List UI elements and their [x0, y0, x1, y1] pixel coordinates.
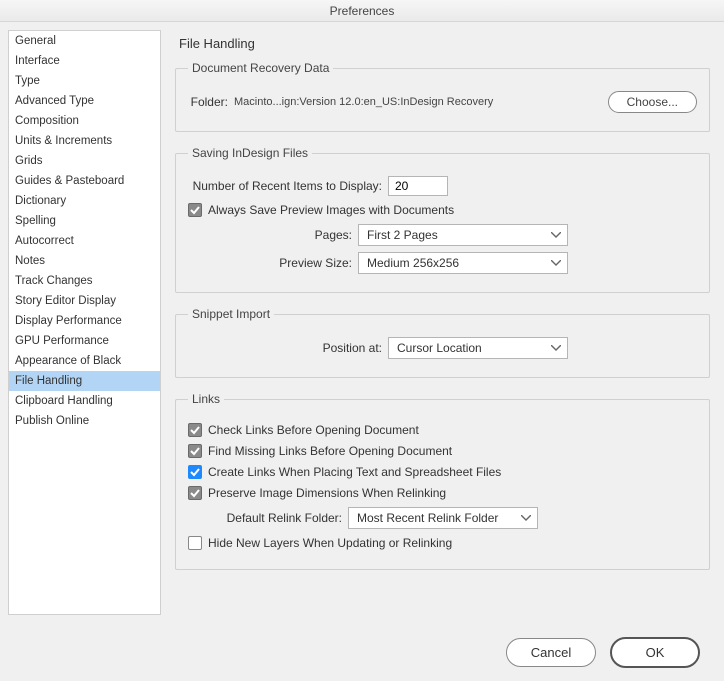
check-links-label: Check Links Before Opening Document	[208, 423, 419, 437]
cancel-button[interactable]: Cancel	[506, 638, 596, 667]
preferences-sidebar: GeneralInterfaceTypeAdvanced TypeComposi…	[8, 30, 161, 615]
default-relink-value: Most Recent Relink Folder	[357, 511, 498, 525]
create-links-label: Create Links When Placing Text and Sprea…	[208, 465, 501, 479]
preview-size-select[interactable]: Medium 256x256	[358, 252, 568, 274]
sidebar-item-gpu-performance[interactable]: GPU Performance	[9, 331, 160, 351]
group-document-recovery: Document Recovery Data Folder: Macinto..…	[175, 61, 710, 132]
sidebar-item-spelling[interactable]: Spelling	[9, 211, 160, 231]
group-legend-links: Links	[188, 392, 224, 406]
sidebar-item-appearance-of-black[interactable]: Appearance of Black	[9, 351, 160, 371]
pages-label: Pages:	[188, 228, 358, 242]
preserve-dimensions-checkbox[interactable]	[188, 486, 202, 500]
sidebar-item-notes[interactable]: Notes	[9, 251, 160, 271]
group-legend-snippet: Snippet Import	[188, 307, 274, 321]
sidebar-item-file-handling[interactable]: File Handling	[9, 371, 160, 391]
sidebar-item-advanced-type[interactable]: Advanced Type	[9, 91, 160, 111]
default-relink-label: Default Relink Folder:	[208, 511, 348, 525]
find-missing-links-checkbox[interactable]	[188, 444, 202, 458]
check-links-checkbox[interactable]	[188, 423, 202, 437]
chevron-down-icon	[551, 260, 561, 266]
folder-label: Folder:	[188, 95, 234, 109]
sidebar-item-display-performance[interactable]: Display Performance	[9, 311, 160, 331]
recovery-folder-path: Macinto...ign:Version 12.0:en_US:InDesig…	[234, 96, 608, 108]
choose-button[interactable]: Choose...	[608, 91, 697, 113]
sidebar-item-interface[interactable]: Interface	[9, 51, 160, 71]
sidebar-item-units-increments[interactable]: Units & Increments	[9, 131, 160, 151]
position-at-label: Position at:	[188, 341, 388, 355]
sidebar-item-type[interactable]: Type	[9, 71, 160, 91]
always-save-preview-label: Always Save Preview Images with Document…	[208, 203, 454, 217]
pages-select[interactable]: First 2 Pages	[358, 224, 568, 246]
sidebar-item-dictionary[interactable]: Dictionary	[9, 191, 160, 211]
pages-select-value: First 2 Pages	[367, 228, 438, 242]
chevron-down-icon	[521, 515, 531, 521]
sidebar-item-composition[interactable]: Composition	[9, 111, 160, 131]
always-save-preview-checkbox[interactable]	[188, 203, 202, 217]
position-at-value: Cursor Location	[397, 341, 482, 355]
group-legend-recovery: Document Recovery Data	[188, 61, 333, 75]
window-title: Preferences	[0, 0, 724, 22]
position-at-select[interactable]: Cursor Location	[388, 337, 568, 359]
recent-items-input[interactable]	[388, 176, 448, 196]
sidebar-item-publish-online[interactable]: Publish Online	[9, 411, 160, 431]
sidebar-item-guides-pasteboard[interactable]: Guides & Pasteboard	[9, 171, 160, 191]
hide-new-layers-checkbox[interactable]	[188, 536, 202, 550]
group-snippet: Snippet Import Position at: Cursor Locat…	[175, 307, 710, 378]
sidebar-item-track-changes[interactable]: Track Changes	[9, 271, 160, 291]
recent-items-label: Number of Recent Items to Display:	[188, 179, 388, 193]
sidebar-item-story-editor-display[interactable]: Story Editor Display	[9, 291, 160, 311]
ok-button[interactable]: OK	[610, 637, 700, 668]
group-links: Links Check Links Before Opening Documen…	[175, 392, 710, 570]
chevron-down-icon	[551, 345, 561, 351]
preserve-dimensions-label: Preserve Image Dimensions When Relinking	[208, 486, 446, 500]
preview-size-label: Preview Size:	[188, 256, 358, 270]
page-title: File Handling	[179, 36, 710, 51]
group-saving: Saving InDesign Files Number of Recent I…	[175, 146, 710, 293]
sidebar-item-autocorrect[interactable]: Autocorrect	[9, 231, 160, 251]
hide-new-layers-label: Hide New Layers When Updating or Relinki…	[208, 536, 452, 550]
group-legend-saving: Saving InDesign Files	[188, 146, 312, 160]
sidebar-item-general[interactable]: General	[9, 31, 160, 51]
sidebar-item-clipboard-handling[interactable]: Clipboard Handling	[9, 391, 160, 411]
dialog-footer: Cancel OK	[0, 623, 724, 681]
main-panel: File Handling Document Recovery Data Fol…	[161, 22, 724, 623]
default-relink-select[interactable]: Most Recent Relink Folder	[348, 507, 538, 529]
create-links-checkbox[interactable]	[188, 465, 202, 479]
find-missing-links-label: Find Missing Links Before Opening Docume…	[208, 444, 452, 458]
preview-size-value: Medium 256x256	[367, 256, 459, 270]
sidebar-item-grids[interactable]: Grids	[9, 151, 160, 171]
chevron-down-icon	[551, 232, 561, 238]
